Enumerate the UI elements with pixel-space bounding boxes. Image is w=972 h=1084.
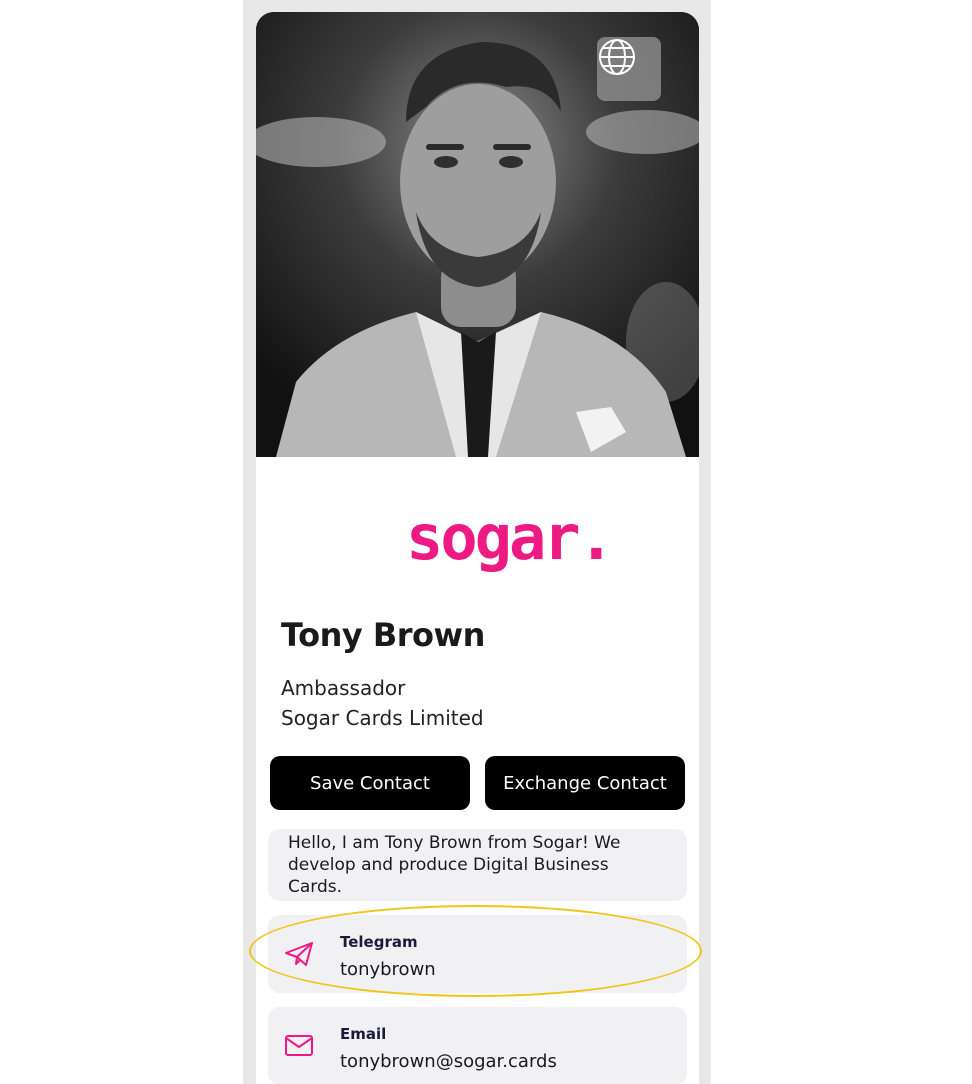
profile-photo bbox=[256, 12, 699, 457]
brand-logo: sogar. bbox=[406, 501, 656, 577]
profile-company: Sogar Cards Limited bbox=[281, 706, 484, 730]
contact-email[interactable]: Email tonybrown@sogar.cards bbox=[268, 1007, 687, 1084]
contact-value: tonybrown@sogar.cards bbox=[340, 1051, 557, 1072]
contact-label: Telegram bbox=[340, 933, 418, 951]
contact-telegram[interactable]: Telegram tonybrown bbox=[268, 915, 687, 993]
profile-role: Ambassador bbox=[281, 676, 406, 700]
svg-text:sogar.: sogar. bbox=[406, 507, 612, 574]
globe-icon bbox=[599, 39, 635, 75]
language-button[interactable] bbox=[597, 37, 661, 101]
contact-label: Email bbox=[340, 1025, 387, 1043]
contact-value: tonybrown bbox=[340, 959, 436, 980]
exchange-contact-button[interactable]: Exchange Contact bbox=[485, 756, 685, 810]
save-contact-button[interactable]: Save Contact bbox=[270, 756, 470, 810]
email-icon bbox=[285, 1035, 313, 1056]
profile-name: Tony Brown bbox=[281, 616, 485, 654]
telegram-icon bbox=[285, 942, 313, 966]
bio-text: Hello, I am Tony Brown from Sogar! We de… bbox=[268, 829, 687, 901]
business-card: sogar. Tony Brown Ambassador Sogar Cards… bbox=[256, 12, 699, 1084]
